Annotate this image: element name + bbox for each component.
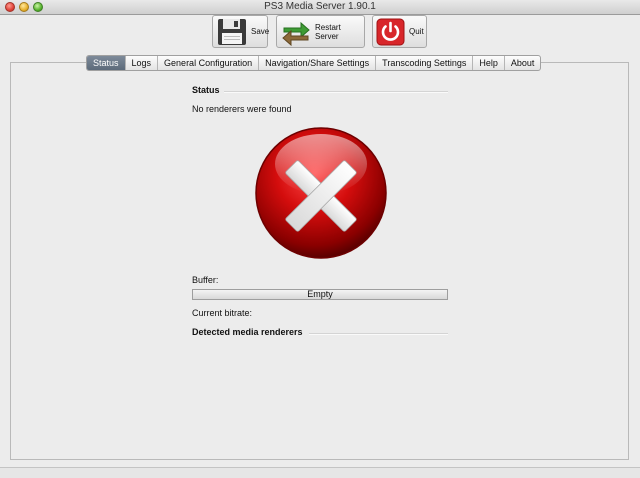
error-x-icon: [254, 126, 388, 260]
save-button[interactable]: Save: [212, 15, 270, 48]
renderers-divider: [309, 333, 448, 335]
tab-about[interactable]: About: [503, 56, 541, 70]
tab-navigation-share-settings[interactable]: Navigation/Share Settings: [258, 56, 375, 70]
floppy-disk-icon: [217, 18, 247, 46]
bottom-status-bar: [0, 467, 640, 478]
tab-help[interactable]: Help: [472, 56, 504, 70]
restart-arrows-icon: [281, 18, 311, 46]
no-renderers-message: No renderers were found: [192, 104, 292, 114]
tab-bar: Status Logs General Configuration Naviga…: [86, 55, 542, 71]
tab-logs[interactable]: Logs: [124, 56, 158, 70]
save-label: Save: [251, 27, 270, 36]
tab-transcoding-settings[interactable]: Transcoding Settings: [375, 56, 472, 70]
detected-renderers-heading: Detected media renderers: [192, 327, 303, 337]
status-heading: Status: [192, 85, 220, 95]
buffer-label: Buffer:: [192, 275, 219, 285]
tab-status[interactable]: Status: [87, 56, 125, 70]
quit-button[interactable]: Quit: [372, 15, 427, 48]
status-panel: [10, 62, 629, 460]
tab-general-configuration[interactable]: General Configuration: [157, 56, 258, 70]
restart-server-label: Restart Server: [315, 22, 341, 41]
window-title: PS3 Media Server 1.90.1: [264, 1, 376, 12]
title-bar: PS3 Media Server 1.90.1: [0, 0, 640, 15]
current-bitrate-label: Current bitrate:: [192, 308, 253, 318]
power-icon: [376, 18, 405, 46]
status-divider: [224, 91, 448, 93]
restart-server-button[interactable]: Restart Server: [276, 15, 365, 48]
quit-label: Quit: [409, 27, 424, 36]
buffer-progress-bar: Empty: [192, 289, 448, 300]
